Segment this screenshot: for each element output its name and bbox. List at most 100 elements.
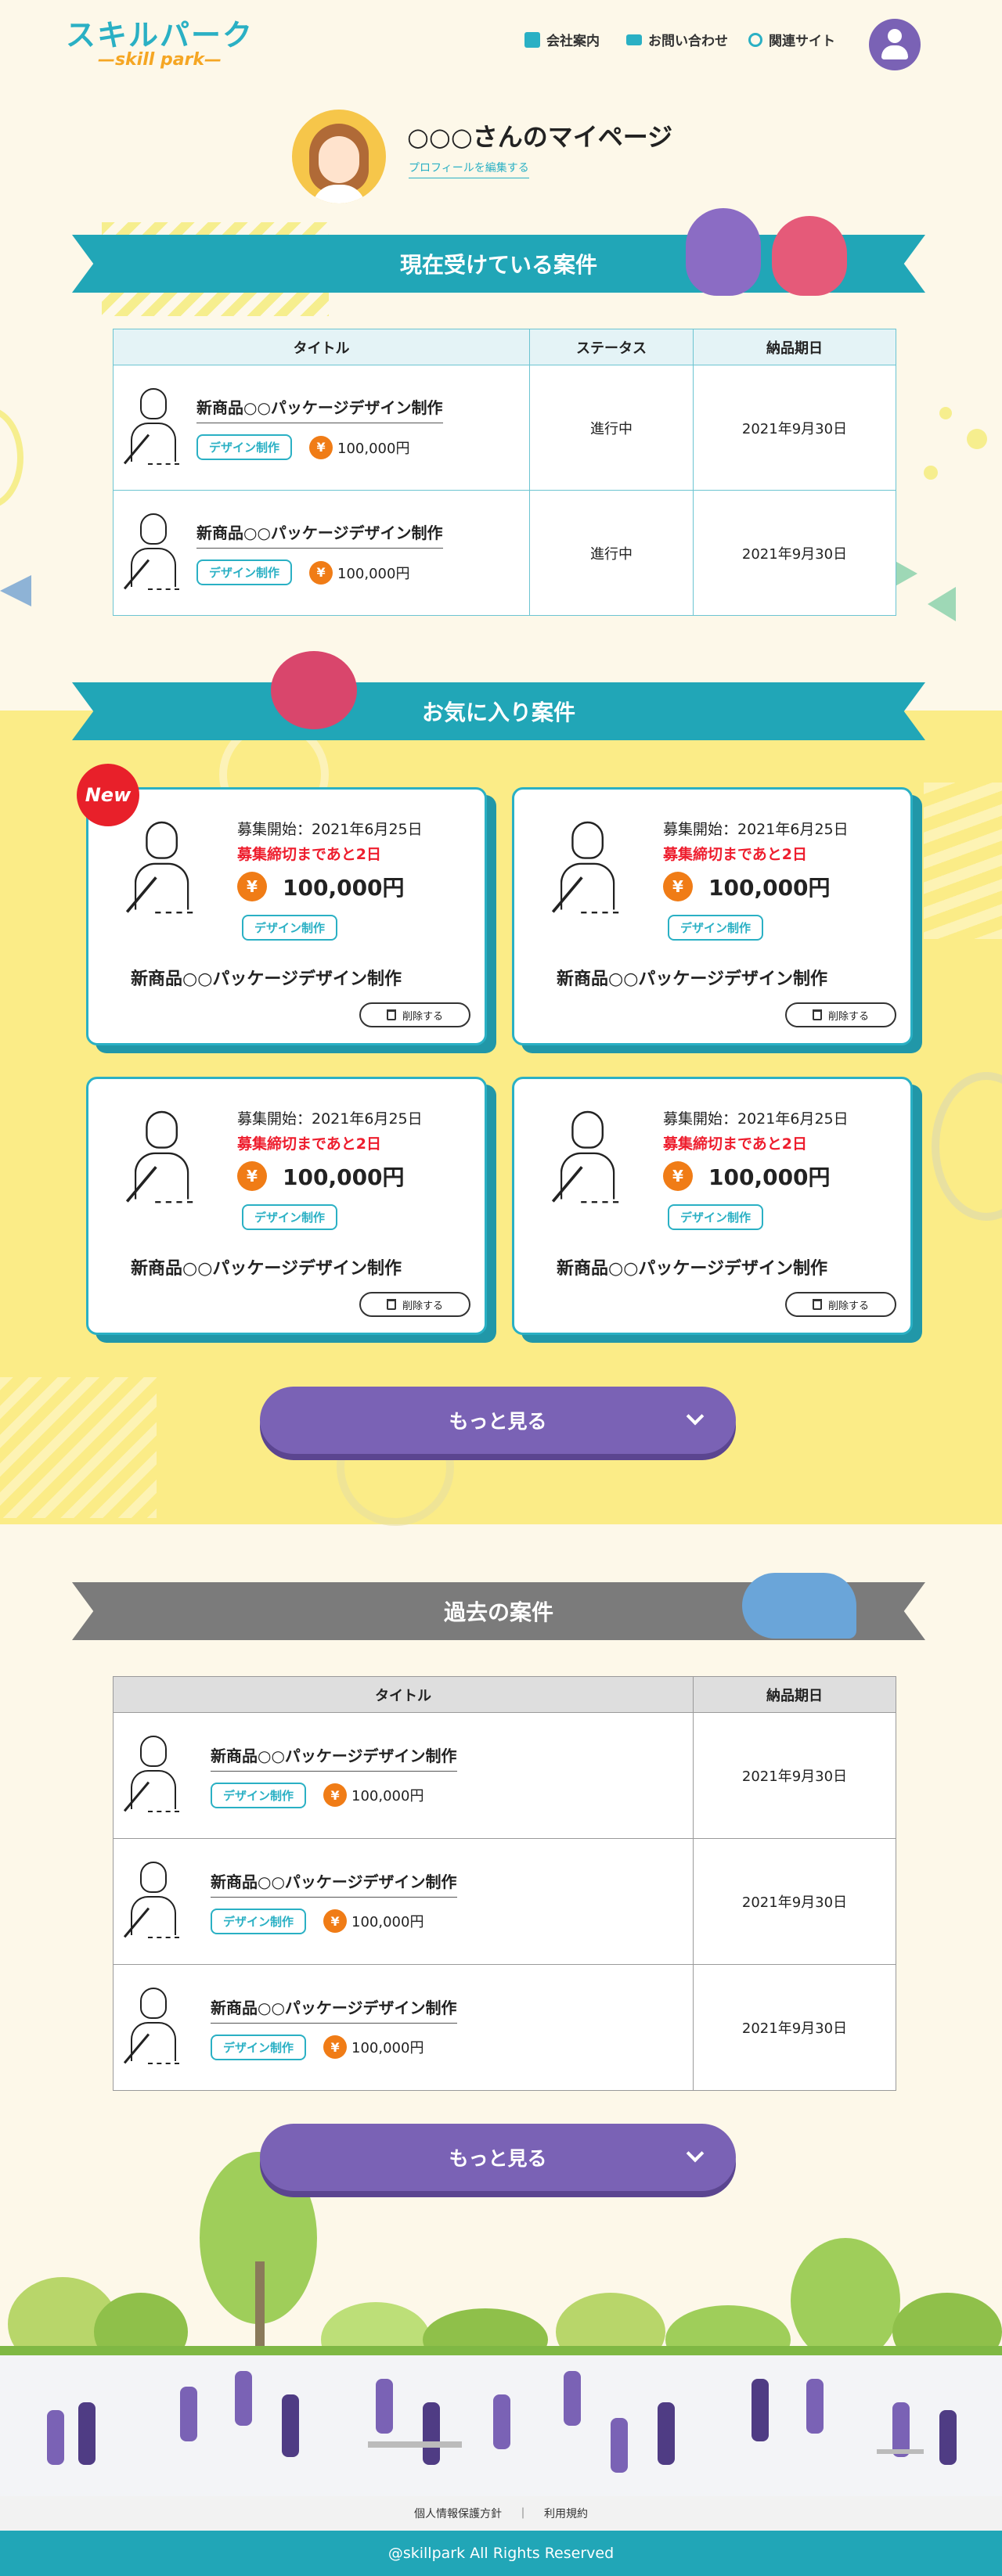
mail-icon: [626, 34, 642, 45]
privacy-link[interactable]: 個人情報保護方針: [414, 2506, 502, 2521]
deadline-text: 募集締切まであと2日: [663, 846, 808, 863]
nav-company[interactable]: 会社案内: [524, 30, 600, 49]
chevron-down-icon: [686, 1407, 705, 1426]
table-row[interactable]: 新商品○○パッケージデザイン制作 デザイン制作 ¥100,000円 2021年9…: [113, 1838, 896, 1965]
current-jobs-heading-text: 現在受けている案件: [399, 252, 597, 278]
trash-icon: [812, 1009, 822, 1020]
table-row[interactable]: 新商品○○パッケージデザイン制作 デザイン制作 ¥100,000円 2021年9…: [113, 1964, 896, 2091]
job-title[interactable]: 新商品○○パッケージデザイン制作: [131, 965, 402, 990]
delete-button[interactable]: 削除する: [359, 1292, 470, 1317]
due-date: 2021年9月30日: [693, 1838, 896, 1965]
more-label: もっと見る: [449, 2147, 547, 2170]
yen-icon: ¥: [323, 2035, 348, 2059]
dot-decoration: [967, 429, 987, 449]
category-tag[interactable]: デザイン制作: [211, 1782, 307, 1808]
job-title-link[interactable]: 新商品○○パッケージデザイン制作: [211, 1869, 457, 1898]
favorite-card[interactable]: 募集開始：2021年6月25日 募集締切まであと2日 ¥100,000円 デザイ…: [512, 1077, 913, 1335]
recruit-start: 募集開始：2021年6月25日: [663, 821, 849, 838]
delete-button[interactable]: 削除する: [359, 1002, 470, 1027]
job-title-link[interactable]: 新商品○○パッケージデザイン制作: [211, 1743, 457, 1772]
person-drawing-icon: [123, 385, 179, 471]
yen-icon: ¥: [323, 1783, 348, 1807]
trash-icon: [812, 1299, 822, 1310]
deadline-text: 募集締切まであと2日: [237, 1135, 382, 1153]
link-icon: [748, 32, 762, 47]
delete-label: 削除する: [402, 1300, 443, 1312]
favorites-more-button[interactable]: もっと見る: [260, 1387, 736, 1454]
past-jobs-table: タイトル 納品期日 新商品○○パッケージデザイン制作 デザイン制作 ¥100,0…: [113, 1676, 896, 2091]
job-title-link[interactable]: 新商品○○パッケージデザイン制作: [211, 1995, 457, 2024]
table-row[interactable]: 新商品○○パッケージデザイン制作 デザイン制作 ¥100,000円 進行中 20…: [113, 490, 896, 616]
yen-icon: ¥: [663, 1161, 693, 1191]
yen-icon: ¥: [309, 435, 333, 459]
mascot-purple: [686, 208, 761, 296]
dot-decoration: [939, 407, 952, 419]
circle-decoration: [0, 407, 23, 509]
category-tag[interactable]: デザイン制作: [242, 915, 338, 941]
category-tag[interactable]: デザイン制作: [211, 1908, 307, 1934]
job-title[interactable]: 新商品○○パッケージデザイン制作: [557, 1254, 827, 1279]
footer-illustration: [0, 2144, 1002, 2496]
category-tag[interactable]: デザイン制作: [211, 2034, 307, 2060]
copyright: @skillpark All Rights Reserved: [0, 2531, 1002, 2576]
footer-links: 個人情報保護方針 ｜ 利用規約: [0, 2496, 1002, 2531]
table-row[interactable]: 新商品○○パッケージデザイン制作 デザイン制作 ¥100,000円 2021年9…: [113, 1712, 896, 1839]
trash-icon: [386, 1299, 396, 1310]
favorite-card[interactable]: 募集開始：2021年6月25日 募集締切まであと2日 ¥100,000円 デザイ…: [86, 787, 487, 1045]
deadline-text: 募集締切まであと2日: [663, 1135, 808, 1153]
favorite-card[interactable]: 募集開始：2021年6月25日 募集締切まであと2日 ¥100,000円 デザイ…: [512, 787, 913, 1045]
account-button[interactable]: [869, 19, 921, 70]
yen-icon: ¥: [237, 872, 267, 901]
job-title-link[interactable]: 新商品○○パッケージデザイン制作: [196, 395, 443, 423]
job-title[interactable]: 新商品○○パッケージデザイン制作: [131, 1254, 402, 1279]
trash-icon: [386, 1009, 396, 1020]
past-more-button[interactable]: もっと見る: [260, 2124, 736, 2191]
building-icon: [524, 31, 540, 48]
delete-label: 削除する: [402, 1010, 443, 1023]
price: 100,000円: [283, 875, 405, 901]
past-jobs-heading-text: 過去の案件: [443, 1599, 553, 1625]
yen-icon: ¥: [309, 560, 333, 585]
category-tag[interactable]: デザイン制作: [668, 915, 764, 941]
page-title: ○○○さんのマイページ: [407, 122, 673, 152]
nav-related[interactable]: 関連サイト: [748, 30, 835, 49]
triangle-decoration: [928, 587, 956, 621]
category-tag[interactable]: デザイン制作: [196, 434, 293, 460]
price: 100,000円: [708, 875, 831, 901]
recruit-start: 募集開始：2021年6月25日: [237, 821, 423, 838]
mascot-pink: [772, 216, 847, 296]
favorites-heading-text: お気に入り案件: [421, 700, 575, 725]
category-tag[interactable]: デザイン制作: [242, 1204, 338, 1230]
nav-contact-label: お問い合わせ: [648, 34, 728, 49]
category-tag[interactable]: デザイン制作: [668, 1204, 764, 1230]
delete-label: 削除する: [827, 1300, 869, 1312]
favorites-heading: お気に入り案件: [72, 682, 925, 740]
nav-contact[interactable]: お問い合わせ: [626, 30, 728, 49]
status: 進行中: [529, 365, 694, 491]
column-header: タイトル: [113, 329, 530, 365]
price: 100,000円: [337, 440, 410, 457]
category-tag[interactable]: デザイン制作: [196, 559, 293, 585]
recruit-start: 募集開始：2021年6月25日: [663, 1110, 849, 1128]
favorite-card[interactable]: 募集開始：2021年6月25日 募集締切まであと2日 ¥100,000円 デザイ…: [86, 1077, 487, 1335]
delete-label: 削除する: [827, 1010, 869, 1023]
price: 100,000円: [351, 1914, 424, 1930]
job-title[interactable]: 新商品○○パッケージデザイン制作: [557, 965, 827, 990]
triangle-decoration: [0, 575, 31, 606]
link-separator: ｜: [517, 2508, 528, 2520]
yen-icon: ¥: [663, 872, 693, 901]
table-row[interactable]: 新商品○○パッケージデザイン制作 デザイン制作 ¥100,000円 進行中 20…: [113, 365, 896, 491]
delete-button[interactable]: 削除する: [785, 1292, 896, 1317]
delete-button[interactable]: 削除する: [785, 1002, 896, 1027]
column-header: 納品期日: [693, 329, 896, 365]
job-title-link[interactable]: 新商品○○パッケージデザイン制作: [196, 520, 443, 549]
more-label: もっと見る: [449, 1410, 547, 1433]
current-jobs-table: タイトル ステータス 納品期日 新商品○○パッケージデザイン制作 デザイン制作 …: [113, 329, 896, 616]
dot-decoration: [924, 466, 938, 480]
edit-profile-link[interactable]: プロフィールを編集する: [409, 160, 529, 178]
stripe-decoration: [924, 783, 1002, 939]
user-icon: [888, 29, 902, 43]
terms-link[interactable]: 利用規約: [544, 2506, 588, 2521]
site-logo[interactable]: スキルパーク —skill park—: [66, 17, 254, 70]
profile-avatar: [292, 110, 386, 203]
